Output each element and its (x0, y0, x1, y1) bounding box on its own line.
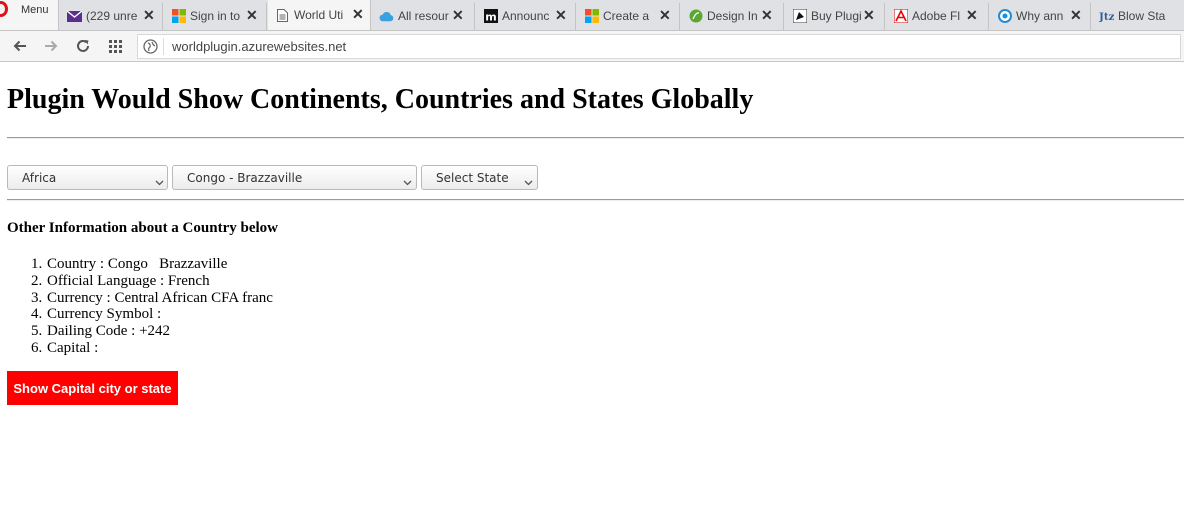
tab-title: All resour (398, 9, 449, 23)
continent-select[interactable]: Africa (7, 165, 168, 190)
reload-icon[interactable] (73, 36, 93, 56)
tab-blow-stack[interactable]: Jtz Blow Sta (1092, 3, 1184, 30)
leaf-icon (688, 9, 703, 23)
tab-signin[interactable]: Sign in to ✕ (164, 3, 267, 30)
list-item: 1. Country : Congo Brazzaville (31, 256, 228, 272)
svg-text:m: m (485, 11, 496, 24)
speed-dial-grid-icon[interactable] (105, 36, 125, 56)
tab-title: Create a (603, 9, 650, 23)
m-logo-icon: m (483, 9, 498, 23)
tab-why-ann[interactable]: Why ann ✕ (990, 3, 1091, 30)
address-divider (163, 38, 164, 55)
state-select-value: Select State (436, 171, 509, 185)
close-icon[interactable]: ✕ (659, 7, 671, 24)
url-text: worldplugin.azurewebsites.net (172, 39, 347, 54)
tab-title: Sign in to (190, 9, 241, 23)
tab-title: Design In (707, 9, 757, 23)
close-icon[interactable]: ✕ (863, 7, 875, 24)
close-icon[interactable]: ✕ (555, 7, 567, 24)
microsoft-icon (171, 9, 186, 23)
tab-create[interactable]: Create a ✕ (577, 3, 680, 30)
back-icon[interactable] (10, 36, 30, 56)
close-icon[interactable]: ✕ (143, 7, 155, 24)
show-capital-button[interactable]: Show Capital city or state (7, 371, 178, 405)
tab-title: World Uti (294, 8, 344, 22)
envato-icon (792, 9, 807, 23)
info-heading: Other Information about a Country below (7, 220, 278, 236)
close-icon[interactable]: ✕ (352, 6, 364, 23)
close-icon[interactable]: ✕ (1070, 7, 1082, 24)
tab-title: Why ann (1016, 9, 1064, 23)
list-item: 3. Currency : Central African CFA franc (31, 289, 273, 306)
horizontal-rule (7, 199, 1184, 201)
state-select[interactable]: Select State (421, 165, 538, 190)
country-select[interactable]: Congo - Brazzaville (172, 165, 417, 190)
circle-icon (997, 9, 1012, 23)
close-icon[interactable]: ✕ (246, 7, 258, 24)
tab-adobe[interactable]: Adobe Fl ✕ (886, 3, 989, 30)
forward-icon[interactable] (41, 36, 61, 56)
tab-all-resources[interactable]: All resour ✕ (372, 3, 475, 30)
opera-logo-icon (0, 1, 8, 17)
list-item: 2. Official Language : French (31, 272, 210, 289)
page-title: Plugin Would Show Continents, Countries … (7, 84, 754, 115)
tab-title: (229 unre (86, 9, 138, 23)
address-bar[interactable]: worldplugin.azurewebsites.net (137, 34, 1181, 59)
list-item: 4. Currency Symbol : (31, 306, 162, 323)
country-select-value: Congo - Brazzaville (187, 171, 303, 185)
chevron-down-icon (403, 175, 412, 189)
close-icon[interactable]: ✕ (966, 7, 978, 24)
tab-title: Blow Sta (1118, 9, 1166, 23)
tab-title: Buy Plugi (811, 9, 861, 23)
tab-mail[interactable]: (229 unre ✕ (60, 3, 163, 30)
list-item: 5. Dailing Code : +242 (31, 323, 171, 340)
close-icon[interactable]: ✕ (761, 7, 773, 24)
chevron-down-icon (155, 175, 164, 189)
opera-menu-button[interactable]: Menu (0, 0, 59, 30)
list-item: 6. Capital : (31, 339, 99, 356)
adobe-icon (893, 9, 908, 23)
menu-label: Menu (21, 4, 49, 16)
continent-select-value: Africa (22, 171, 57, 185)
close-icon[interactable]: ✕ (452, 7, 464, 24)
microsoft-icon (584, 9, 599, 23)
tab-world-utility[interactable]: World Uti ✕ (268, 0, 371, 30)
svg-text:Jtz: Jtz (1099, 11, 1114, 22)
tab-title: Announc (502, 9, 550, 23)
tab-announce[interactable]: m Announc ✕ (476, 3, 576, 30)
tab-buy-plugin[interactable]: Buy Plugi ✕ (785, 3, 885, 30)
page-icon (275, 8, 290, 22)
navigation-bar: worldplugin.azurewebsites.net (0, 31, 1184, 62)
jtz-icon: Jtz (1099, 9, 1114, 23)
chevron-down-icon (524, 175, 533, 189)
azure-cloud-icon (379, 9, 394, 23)
mail-icon (67, 9, 82, 23)
tab-strip: Menu (229 unre ✕ Sign in to ✕ World Uti … (0, 0, 1184, 31)
globe-icon (143, 39, 158, 59)
country-info-list: 1. Country : Congo Brazzaville 2. Official… (31, 256, 273, 357)
tab-title: Adobe Fl (912, 9, 960, 23)
horizontal-rule (7, 137, 1184, 139)
tab-design-in[interactable]: Design In ✕ (681, 3, 784, 30)
